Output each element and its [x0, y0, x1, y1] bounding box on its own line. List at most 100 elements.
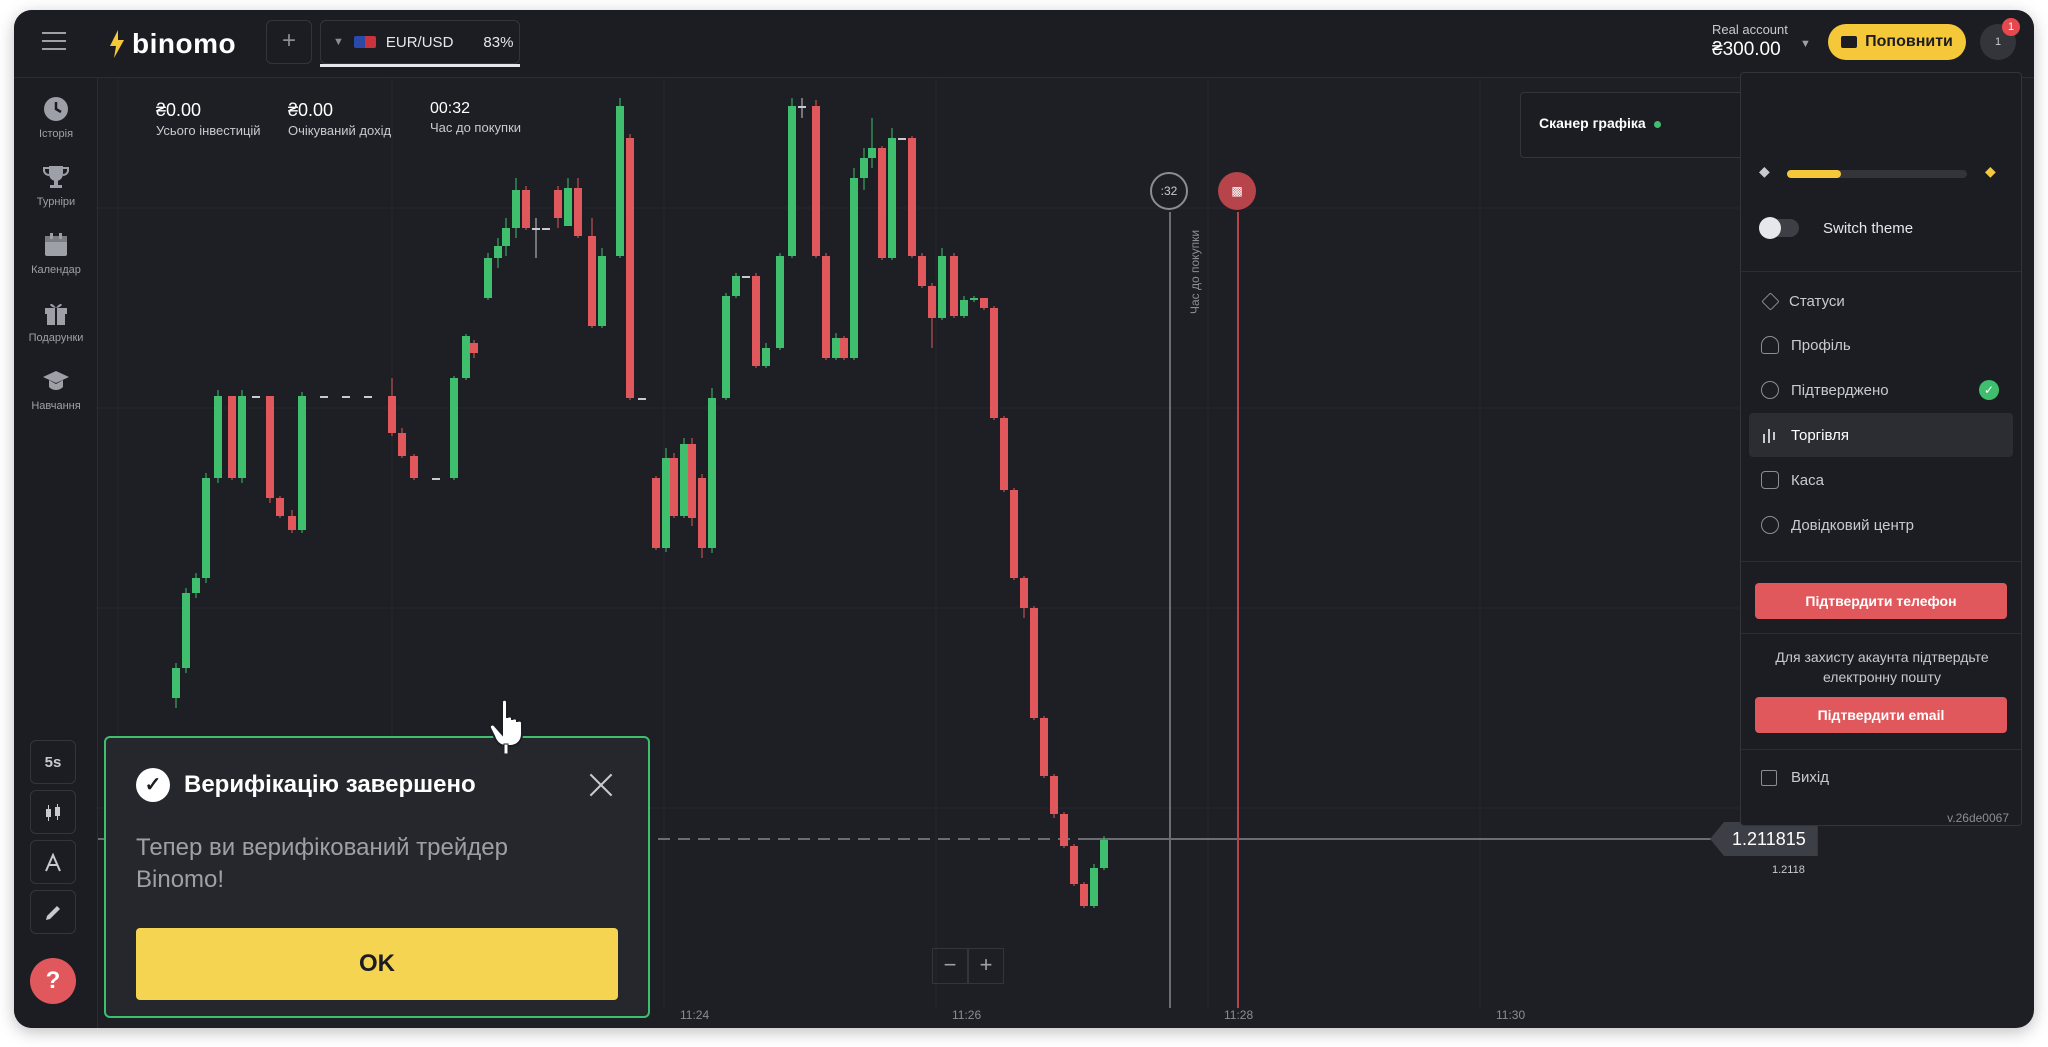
diamond-icon — [1761, 291, 1780, 311]
logout-label: Вихід — [1791, 769, 1829, 786]
menu-item-label: Підтверджено — [1791, 381, 1889, 399]
candle-body — [850, 178, 858, 358]
candle-body — [822, 256, 830, 358]
candle-body — [812, 106, 820, 256]
gold-diamond-icon: ◆ — [1985, 163, 1996, 179]
zoom-in-button[interactable]: + — [968, 948, 1004, 984]
sidebar-item-tournaments[interactable]: Турніри — [14, 162, 98, 208]
menu-item-verified[interactable]: Підтверджено ✓ — [1749, 368, 2013, 412]
candle-body — [462, 336, 470, 378]
candle-body — [868, 148, 876, 158]
candle-body — [928, 286, 936, 318]
time-to-purchase-label: Час до покупки — [430, 120, 522, 135]
candle-body — [276, 498, 284, 516]
candle-body — [266, 396, 274, 498]
close-icon[interactable] — [588, 772, 614, 798]
sidebar-item-calendar[interactable]: Календар — [14, 230, 98, 276]
total-investments-label: Усього інвестицій — [156, 123, 261, 138]
menu-item-cashier[interactable]: Каса — [1749, 458, 2013, 502]
divider — [1741, 749, 2021, 750]
menu-item-statuses[interactable]: Статуси — [1749, 279, 2013, 323]
pencil-icon — [46, 906, 60, 921]
sidebar-item-label: Турніри — [36, 196, 76, 208]
candle-body — [1050, 776, 1058, 814]
toggle-knob — [1759, 217, 1781, 239]
candle-body — [670, 458, 678, 516]
chart-scanner-panel[interactable]: Сканер графіка — [1520, 92, 1760, 158]
gift-icon — [45, 303, 67, 325]
candle-body — [364, 396, 372, 398]
timeframe-button[interactable]: 5s — [30, 740, 76, 784]
menu-item-profile[interactable]: Профіль — [1749, 323, 2013, 367]
expected-income-value: ₴0.00 — [288, 100, 334, 120]
help-button[interactable]: ? — [30, 958, 76, 1004]
candle-body — [172, 668, 180, 698]
candle-body — [918, 256, 926, 286]
candle-body — [840, 338, 848, 358]
divider — [1741, 271, 2021, 272]
ok-button[interactable]: OK — [136, 928, 618, 1000]
hamburger-menu-icon[interactable] — [42, 32, 66, 54]
status-dot-icon — [1653, 120, 1661, 128]
candle-body — [484, 258, 492, 298]
current-price-tag: 1.211815 — [1710, 822, 1818, 856]
candle-body — [202, 478, 210, 578]
notification-badge: 1 — [2002, 18, 2020, 36]
deposit-button[interactable]: Поповнити — [1828, 24, 1966, 60]
candle-body — [832, 338, 840, 358]
candle-body — [542, 228, 550, 230]
sidebar-item-history[interactable]: Історія — [14, 94, 98, 140]
sidebar-item-label: Календар — [31, 264, 81, 276]
caret-down-icon[interactable]: ▼ — [1800, 38, 1811, 50]
candle-body — [554, 190, 562, 218]
menu-item-label: Профіль — [1791, 336, 1851, 354]
candle-body — [1010, 490, 1018, 578]
theme-switch-row[interactable]: Switch theme — [1759, 217, 1913, 239]
menu-item-trading[interactable]: Торгівля — [1749, 413, 2013, 457]
logout-item[interactable]: Вихід — [1761, 769, 1829, 786]
time-axis-label: 11:26 — [952, 1008, 982, 1022]
candle-body — [502, 228, 510, 246]
candle-body — [494, 246, 502, 258]
menu-item-help-center[interactable]: Довідковий центр — [1749, 503, 2013, 547]
sidebar-item-label: Подарунки — [28, 332, 84, 344]
sidebar-item-education[interactable]: Навчання — [14, 366, 98, 412]
app-version: v.26de0067 — [1947, 811, 2009, 825]
total-investments-value: ₴0.00 — [156, 100, 202, 120]
candle-body — [522, 190, 530, 228]
candle-body — [1090, 868, 1098, 906]
menu-item-label: Довідковий центр — [1791, 516, 1914, 534]
zoom-out-button[interactable]: − — [932, 948, 968, 984]
menu-item-label: Торгівля — [1791, 426, 1849, 444]
sidebar-item-gifts[interactable]: Подарунки — [14, 298, 98, 344]
total-investments: ₴0.00 Усього інвестицій — [156, 100, 261, 138]
account-selector[interactable]: Real account ₴300.00 — [1712, 22, 1788, 61]
candle-body — [898, 138, 906, 140]
confirm-email-button[interactable]: Підтвердити email — [1755, 697, 2007, 733]
account-dropdown-menu: ◆ ◆ Switch theme Статуси Профіль Підтвер… — [1740, 72, 2022, 826]
candle-body — [990, 308, 998, 418]
add-asset-tab-button[interactable]: + — [266, 20, 312, 64]
logo[interactable]: binomo — [108, 28, 236, 60]
chart-type-button[interactable] — [30, 790, 76, 834]
candle-body — [762, 348, 770, 366]
user-icon — [1761, 336, 1779, 354]
drawing-tools-button[interactable] — [30, 890, 76, 934]
candle-body — [970, 298, 978, 300]
modal-message: Тепер ви верифікований трейдер Binomo! — [136, 834, 508, 893]
indicators-icon — [45, 852, 61, 872]
asset-tab[interactable]: ▼ EUR/USD 83% — [320, 20, 520, 64]
theme-toggle[interactable] — [1759, 217, 1799, 239]
candle-body — [742, 276, 750, 278]
candle-body — [410, 456, 418, 478]
account-balance: ₴300.00 — [1712, 39, 1781, 60]
chart-bars-icon — [1763, 429, 1775, 443]
email-confirmation-note: Для захисту акаунта підтвердьте електрон… — [1775, 649, 1989, 685]
candle-body — [980, 298, 988, 308]
indicators-button[interactable] — [30, 840, 76, 884]
time-axis-label: 11:24 — [680, 1008, 710, 1022]
confirm-phone-button[interactable]: Підтвердити телефон — [1755, 583, 2007, 619]
candle-body — [698, 478, 706, 548]
candle-body — [1080, 884, 1088, 906]
candle-body — [288, 516, 296, 530]
